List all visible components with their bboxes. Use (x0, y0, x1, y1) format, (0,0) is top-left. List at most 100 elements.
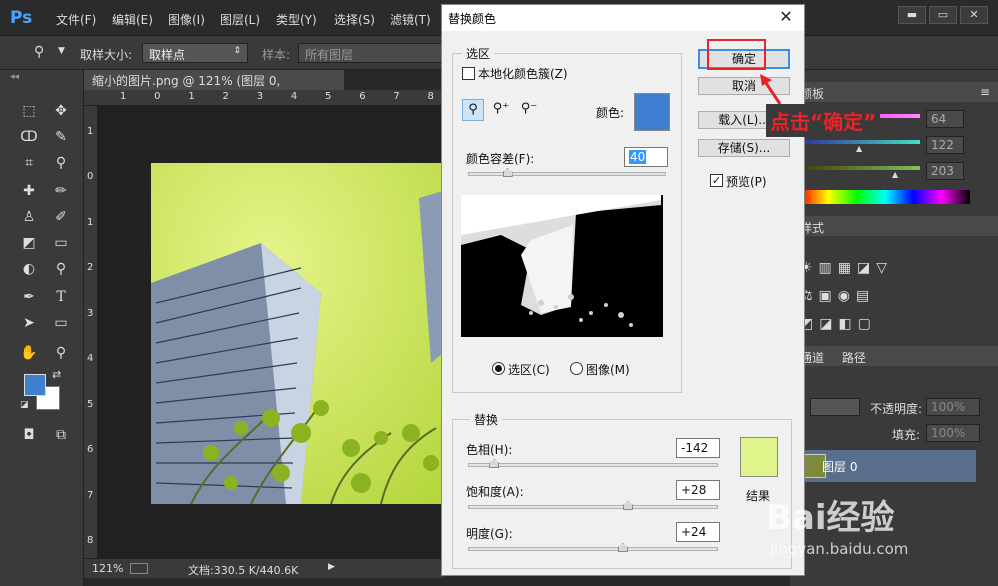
eraser-tool-icon[interactable]: ◩ (18, 232, 40, 254)
adjustment-icons[interactable]: ☀▥▦◪▽ (800, 260, 920, 276)
ruler-tick: 8 (427, 91, 434, 102)
path-select-icon[interactable]: ➤ (18, 312, 40, 334)
menu-file[interactable]: 文件(F) (56, 11, 96, 28)
tool-preset-arrow-icon[interactable]: ▼ (58, 46, 65, 56)
eyedropper-icon[interactable]: ⚲ (34, 44, 44, 60)
status-icon[interactable] (130, 563, 148, 574)
close-window-button[interactable]: ✕ (960, 6, 988, 24)
pen-tool-icon[interactable]: ✒ (18, 286, 40, 308)
color-spectrum[interactable] (800, 190, 970, 204)
zoom-tool-icon[interactable]: ⚲ (50, 342, 72, 364)
fuzziness-input[interactable]: 40 (624, 147, 668, 167)
fill-label: 填充: (892, 428, 921, 442)
menu-select[interactable]: 选择(S) (334, 11, 375, 28)
fuzziness-label: 颜色容差(F): (466, 152, 535, 166)
layer-name[interactable]: 图层 0 (822, 458, 857, 475)
paths-tab[interactable]: 路径 (842, 351, 866, 365)
lightness-input[interactable]: +24 (676, 522, 720, 542)
clone-stamp-icon[interactable]: ♙ (18, 206, 40, 228)
g-value[interactable]: 122 (926, 136, 964, 154)
selection-radio-label: 选区(C) (508, 363, 550, 377)
slider-thumb-icon[interactable]: ▲ (856, 144, 862, 153)
document-tab[interactable]: 缩小的图片.png @ 121% (图层 0, RGB/8#) × (84, 70, 344, 103)
minimize-button[interactable]: ▬ (898, 6, 926, 24)
result-color-swatch[interactable] (740, 437, 778, 477)
add-to-sample-icon[interactable]: ⚲⁺ (490, 99, 512, 121)
save-button[interactable]: 存储(S)... (698, 139, 790, 157)
ruler-tick: 2 (222, 91, 229, 102)
selection-radio[interactable] (492, 362, 505, 375)
opacity-value[interactable]: 100% (926, 398, 980, 416)
sample-select[interactable]: 所有图层 (298, 43, 444, 63)
fill-value[interactable]: 100% (926, 424, 980, 442)
hand-tool-icon[interactable]: ✋ (18, 342, 40, 364)
preview-checkbox[interactable]: ✓ (710, 174, 723, 187)
r-value[interactable]: 64 (926, 110, 964, 128)
b-value[interactable]: 203 (926, 162, 964, 180)
menu-layer[interactable]: 图层(L) (220, 11, 260, 28)
saturation-input[interactable]: +28 (676, 480, 720, 500)
replace-group-label: 替换 (470, 411, 503, 428)
collapse-icon[interactable]: ◂◂ (10, 72, 19, 82)
selection-color-swatch[interactable] (634, 93, 670, 131)
fuzziness-slider[interactable] (468, 172, 666, 176)
ruler-tick: 1 (87, 126, 94, 137)
move-tool-icon[interactable]: ✥ (50, 100, 72, 122)
swap-colors-icon[interactable]: ⇄ (52, 368, 61, 381)
layer-row[interactable]: 图层 0 (790, 450, 976, 482)
healing-brush-icon[interactable]: ✚ (18, 180, 40, 202)
menu-edit[interactable]: 编辑(E) (112, 11, 153, 28)
slider-thumb-icon[interactable]: ▲ (892, 170, 898, 179)
crop-tool-icon[interactable]: ⌗ (18, 152, 40, 174)
document-image[interactable] (151, 163, 443, 504)
adjustment-icons-row2[interactable]: ⚖▣◉▤ (800, 288, 920, 304)
lightness-slider[interactable] (468, 547, 718, 551)
history-brush-icon[interactable]: ✐ (50, 206, 72, 228)
adjustment-icons-row3[interactable]: ◩◪◧▢ (800, 316, 920, 332)
rectangle-tool-icon[interactable]: ▭ (50, 312, 72, 334)
toolbox: ◂◂ ⬚ ✥ ↀ ✎ ⌗ ⚲ ✚ ✏ ♙ ✐ ◩ ▭ ◐ ⚲ ✒ T ➤ ▭ ✋… (0, 70, 84, 586)
quick-mask-icon[interactable]: ◘ (18, 424, 40, 446)
saturation-slider[interactable] (468, 505, 718, 509)
menu-type[interactable]: 类型(Y) (276, 11, 317, 28)
quick-select-tool-icon[interactable]: ✎ (50, 126, 72, 148)
default-colors-icon[interactable]: ◪ (20, 400, 29, 410)
eyedropper-tool-icon[interactable]: ⚲ (50, 152, 72, 174)
window-controls: ▬ ▭ ✕ (898, 6, 988, 24)
type-tool-icon[interactable]: T (50, 286, 72, 308)
b-slider[interactable] (800, 166, 920, 170)
zoom-level[interactable]: 121% (92, 562, 123, 575)
blend-mode-select[interactable] (810, 398, 860, 416)
eyedropper-icon[interactable]: ⚲ (462, 99, 484, 121)
ruler-tick: 4 (290, 91, 298, 102)
selection-mask-image (461, 195, 663, 337)
gradient-tool-icon[interactable]: ▭ (50, 232, 72, 254)
localized-clusters-checkbox[interactable] (462, 67, 475, 80)
hue-slider[interactable] (468, 463, 718, 467)
building-photo (151, 163, 443, 504)
image-radio[interactable] (570, 362, 583, 375)
maximize-button[interactable]: ▭ (929, 6, 957, 24)
brush-tool-icon[interactable]: ✏ (50, 180, 72, 202)
marquee-tool-icon[interactable]: ⬚ (18, 100, 40, 122)
close-icon[interactable]: ✕ (776, 8, 796, 28)
saturation-label: 饱和度(A): (466, 485, 524, 499)
blur-tool-icon[interactable]: ◐ (18, 258, 40, 280)
menu-filter[interactable]: 滤镜(T) (390, 11, 431, 28)
panel-menu-icon[interactable]: ≡ (980, 85, 990, 99)
sample-size-select[interactable]: 取样点 ⇕ (142, 43, 248, 63)
lightness-label: 明度(G): (466, 527, 513, 541)
subtract-from-sample-icon[interactable]: ⚲⁻ (518, 99, 540, 121)
menu-image[interactable]: 图像(I) (168, 11, 205, 28)
ruler-tick: 3 (87, 307, 94, 319)
lasso-tool-icon[interactable]: ↀ (18, 126, 40, 148)
fuzziness-value: 40 (629, 150, 647, 164)
screen-mode-icon[interactable]: ⧉ (50, 424, 72, 446)
dodge-tool-icon[interactable]: ⚲ (50, 258, 72, 280)
radio-dot (495, 365, 502, 372)
annotation-text: 点击“确定” (766, 104, 881, 137)
hue-input[interactable]: -142 (676, 438, 720, 458)
foreground-color[interactable] (24, 374, 46, 396)
status-arrow-icon[interactable]: ▶ (328, 562, 335, 572)
image-radio-label: 图像(M) (586, 363, 630, 377)
